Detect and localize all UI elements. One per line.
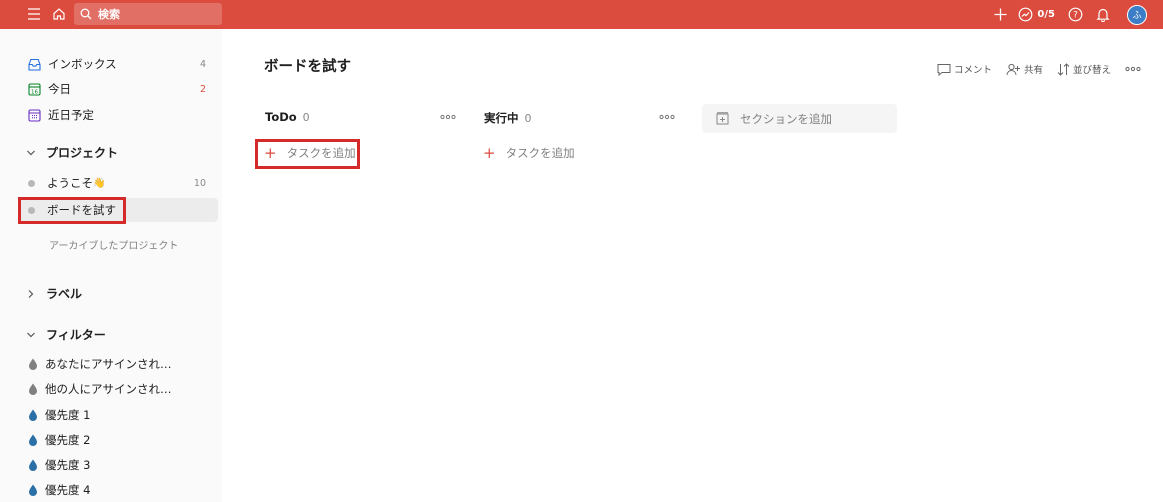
chevron-down-icon (27, 332, 35, 337)
add-person-icon (1006, 63, 1020, 75)
productivity-button[interactable]: 0/5 (1018, 7, 1055, 22)
column-more-button[interactable] (659, 110, 675, 123)
comment-icon (937, 63, 951, 76)
inbox-icon (28, 58, 41, 71)
comment-button[interactable]: コメント (937, 62, 992, 76)
more-horizontal-icon (1125, 66, 1141, 72)
plus-icon: + (483, 143, 496, 162)
avatar[interactable]: ふ (1127, 4, 1147, 25)
sidebar: インボックス 4 16 今日 2 近日予定 プロジェクト ようこそ 👋 10 ボ… (0, 29, 222, 502)
sidebar-item-label: 近日予定 (48, 108, 94, 122)
project-color-dot (28, 179, 35, 187)
board-column-header-in-progress: 実行中 0 (484, 110, 532, 126)
add-task-label: タスクを追加 (505, 146, 575, 160)
top-bar: 0/5 ? ふ (0, 0, 1163, 29)
page-title: ボードを試す (264, 59, 351, 75)
chevron-down-icon (27, 150, 35, 155)
sidebar-filter-priority-4[interactable]: 優先度 4 (18, 478, 218, 502)
calendar-upcoming-icon (28, 108, 41, 122)
more-horizontal-icon (440, 114, 456, 120)
sidebar-project-welcome[interactable]: ようこそ 👋 10 (18, 171, 218, 195)
search-input[interactable] (98, 7, 208, 21)
sidebar-filter-priority-2[interactable]: 優先度 2 (18, 428, 218, 452)
search-icon (80, 8, 92, 20)
help-icon[interactable]: ? (1065, 5, 1085, 25)
sidebar-item-upcoming[interactable]: 近日予定 (18, 103, 218, 127)
sidebar-item-count: 4 (199, 58, 206, 70)
sidebar-item-inbox[interactable]: インボックス 4 (18, 52, 218, 76)
sidebar-item-label: インボックス (48, 57, 117, 71)
filter-label: 優先度 2 (45, 433, 91, 447)
sidebar-item-label: 今日 (48, 82, 71, 96)
projects-header[interactable]: プロジェクト (26, 144, 118, 161)
project-count: 10 (193, 177, 206, 189)
projects-header-label: プロジェクト (46, 146, 119, 160)
column-count: 0 (302, 110, 310, 124)
column-count: 0 (524, 111, 532, 125)
avatar-initial: ふ (1132, 11, 1142, 21)
add-section-button[interactable]: セクションを追加 (702, 104, 897, 133)
filter-drop-icon (29, 383, 37, 395)
sidebar-filter-assigned-to-others[interactable]: 他の人にアサインされ… (18, 377, 218, 401)
column-name: ToDo (265, 110, 297, 124)
more-options-button[interactable] (1125, 66, 1141, 72)
sort-label: 並び替え (1072, 65, 1111, 76)
sort-button[interactable]: 並び替え (1057, 62, 1111, 76)
karma-count: 0/5 (1037, 9, 1055, 20)
filter-drop-icon (29, 434, 37, 446)
filter-drop-icon (29, 459, 37, 471)
column-name: 実行中 (484, 111, 519, 125)
wave-emoji: 👋 (93, 177, 106, 189)
archived-projects-link[interactable]: アーカイブしたプロジェクト (49, 237, 178, 252)
comment-label: コメント (953, 65, 992, 76)
sidebar-filter-assigned-to-me[interactable]: あなたにアサインされ… (18, 352, 218, 376)
filter-drop-icon (29, 409, 37, 421)
filter-label: 優先度 3 (45, 458, 91, 472)
share-label: 共有 (1023, 65, 1043, 76)
sidebar-filter-priority-3[interactable]: 優先度 3 (18, 453, 218, 477)
view-actions: コメント 共有 並び替え (923, 62, 1141, 76)
sort-icon (1057, 62, 1070, 76)
filter-label: 優先度 1 (45, 408, 91, 422)
add-task-icon[interactable] (990, 5, 1010, 25)
sidebar-filter-priority-1[interactable]: 優先度 1 (18, 403, 218, 427)
share-button[interactable]: 共有 (1006, 62, 1043, 76)
project-label: ようこそ (47, 176, 93, 190)
filter-label: 他の人にアサインされ… (45, 382, 172, 396)
labels-header[interactable]: ラベル (26, 285, 82, 302)
more-horizontal-icon (659, 114, 675, 120)
menu-icon[interactable] (24, 4, 44, 24)
board-column-header-todo: ToDo 0 (265, 110, 310, 124)
search-box[interactable] (74, 3, 222, 25)
filter-label: あなたにアサインされ… (45, 357, 172, 371)
productivity-icon (1019, 7, 1033, 22)
highlight-box-project (18, 197, 126, 224)
bell-icon[interactable] (1093, 5, 1113, 25)
filters-header[interactable]: フィルター (26, 326, 106, 343)
chevron-right-icon (28, 289, 34, 298)
sidebar-item-today[interactable]: 16 今日 2 (18, 77, 218, 101)
svg-text:16: 16 (31, 89, 38, 95)
sidebar-item-count: 2 (199, 83, 206, 95)
labels-header-label: ラベル (46, 287, 83, 301)
add-section-label: セクションを追加 (740, 111, 832, 126)
calendar-today-icon: 16 (28, 82, 41, 96)
filter-label: 優先度 4 (45, 483, 91, 497)
add-task-button[interactable]: + タスクを追加 (483, 145, 575, 161)
filter-drop-icon (29, 358, 37, 370)
svg-text:?: ? (1073, 11, 1078, 21)
highlight-box-add-task (255, 139, 360, 169)
home-icon[interactable] (49, 4, 69, 24)
add-section-icon (716, 112, 729, 125)
column-more-button[interactable] (440, 110, 456, 123)
filters-header-label: フィルター (46, 328, 106, 342)
filter-drop-icon (29, 484, 37, 496)
